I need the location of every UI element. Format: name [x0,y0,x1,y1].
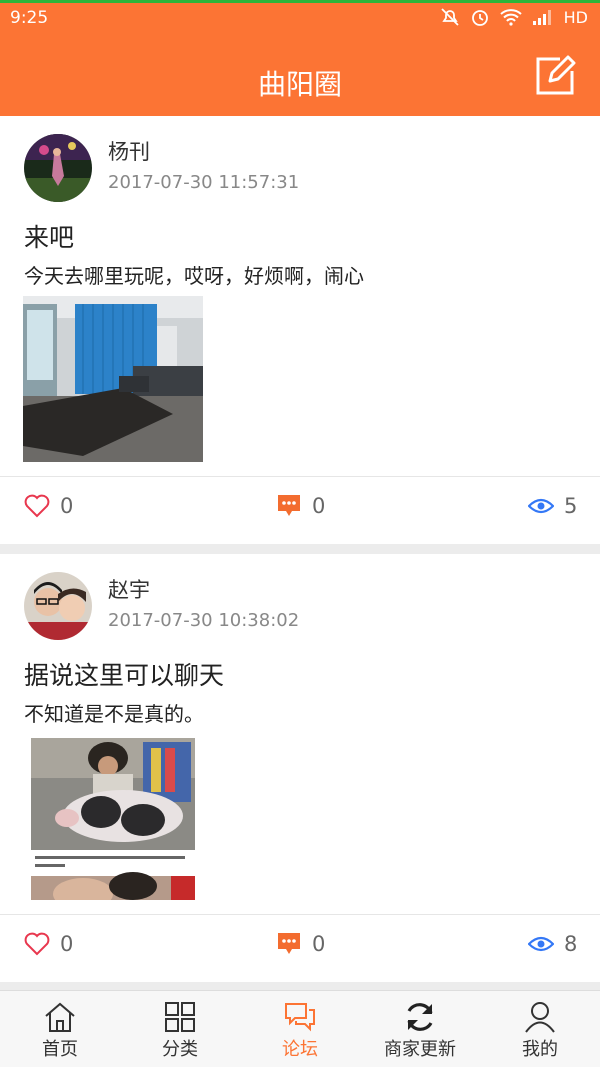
avatar[interactable] [24,572,92,640]
post-time: 2017-07-30 11:57:31 [108,172,300,193]
category-icon [165,1002,195,1032]
tab-home[interactable]: 首页 [0,991,120,1067]
post-card[interactable]: 杨刊 2017-07-30 11:57:31 来吧 今天去哪里玩呢，哎呀，好烦啊… [0,116,600,544]
tab-forum[interactable]: 论坛 [240,991,360,1067]
eye-icon [528,498,554,514]
heart-icon [24,494,50,518]
comment-icon [278,933,300,954]
like-button[interactable]: 0 [24,477,73,535]
status-bar: 9:25 HD [0,3,600,35]
mute-icon [441,8,459,26]
tab-label: 论坛 [282,1039,318,1060]
forum-icon [285,1003,315,1032]
post-author[interactable]: 杨刊 [108,136,150,166]
page-title: 曲阳圈 [257,68,342,101]
bottom-tab-bar: 首页 分类 论坛 商家更新 我的 [0,990,600,1067]
view-count: 8 [564,932,578,956]
tab-label: 分类 [162,1039,198,1060]
home-icon [45,1002,75,1032]
comment-button[interactable]: 0 [276,477,325,535]
like-count: 0 [60,494,74,518]
comment-button[interactable]: 0 [276,915,325,973]
post-body[interactable]: 今天去哪里玩呢，哎呀，好烦啊，闹心 [24,260,364,289]
comment-count: 0 [312,494,326,518]
like-button[interactable]: 0 [24,915,73,973]
comment-icon [278,495,300,516]
status-time: 9:25 [10,8,49,28]
post-card[interactable]: 赵宇 2017-07-30 10:38:02 据说这里可以聊天 不知道是不是真的… [0,554,600,982]
signal-icon [532,10,551,25]
heart-icon [24,932,50,956]
post-feed[interactable]: 杨刊 2017-07-30 11:57:31 来吧 今天去哪里玩呢，哎呀，好烦啊… [0,116,600,990]
tab-label: 我的 [522,1039,558,1060]
post-actions: 0 0 5 [0,477,600,535]
tab-label: 商家更新 [384,1039,456,1060]
person-icon [525,1002,555,1033]
like-count: 0 [60,932,74,956]
wifi-icon [499,9,522,26]
app-header: 9:25 HD 曲阳圈 [0,0,600,116]
refresh-icon [407,1003,433,1031]
post-author[interactable]: 赵宇 [108,574,150,604]
comment-count: 0 [312,932,326,956]
tab-merchant-updates[interactable]: 商家更新 [360,991,480,1067]
eye-icon [528,936,554,952]
tab-category[interactable]: 分类 [120,991,240,1067]
tab-mine[interactable]: 我的 [480,991,600,1067]
alarm-icon [471,10,488,26]
views-indicator: 5 [528,477,577,535]
edit-icon[interactable] [534,55,576,97]
status-icons: HD [440,7,588,27]
network-type: HD [563,7,588,27]
post-title[interactable]: 据说这里可以聊天 [24,656,224,692]
post-image[interactable] [23,296,203,462]
post-actions: 0 0 8 [0,915,600,973]
view-count: 5 [564,494,578,518]
avatar[interactable] [24,134,92,202]
post-body[interactable]: 不知道是不是真的。 [24,698,204,727]
post-time: 2017-07-30 10:38:02 [108,610,300,631]
post-image[interactable] [23,734,203,900]
post-title[interactable]: 来吧 [24,218,74,254]
views-indicator: 8 [528,915,577,973]
tab-label: 首页 [42,1039,78,1060]
